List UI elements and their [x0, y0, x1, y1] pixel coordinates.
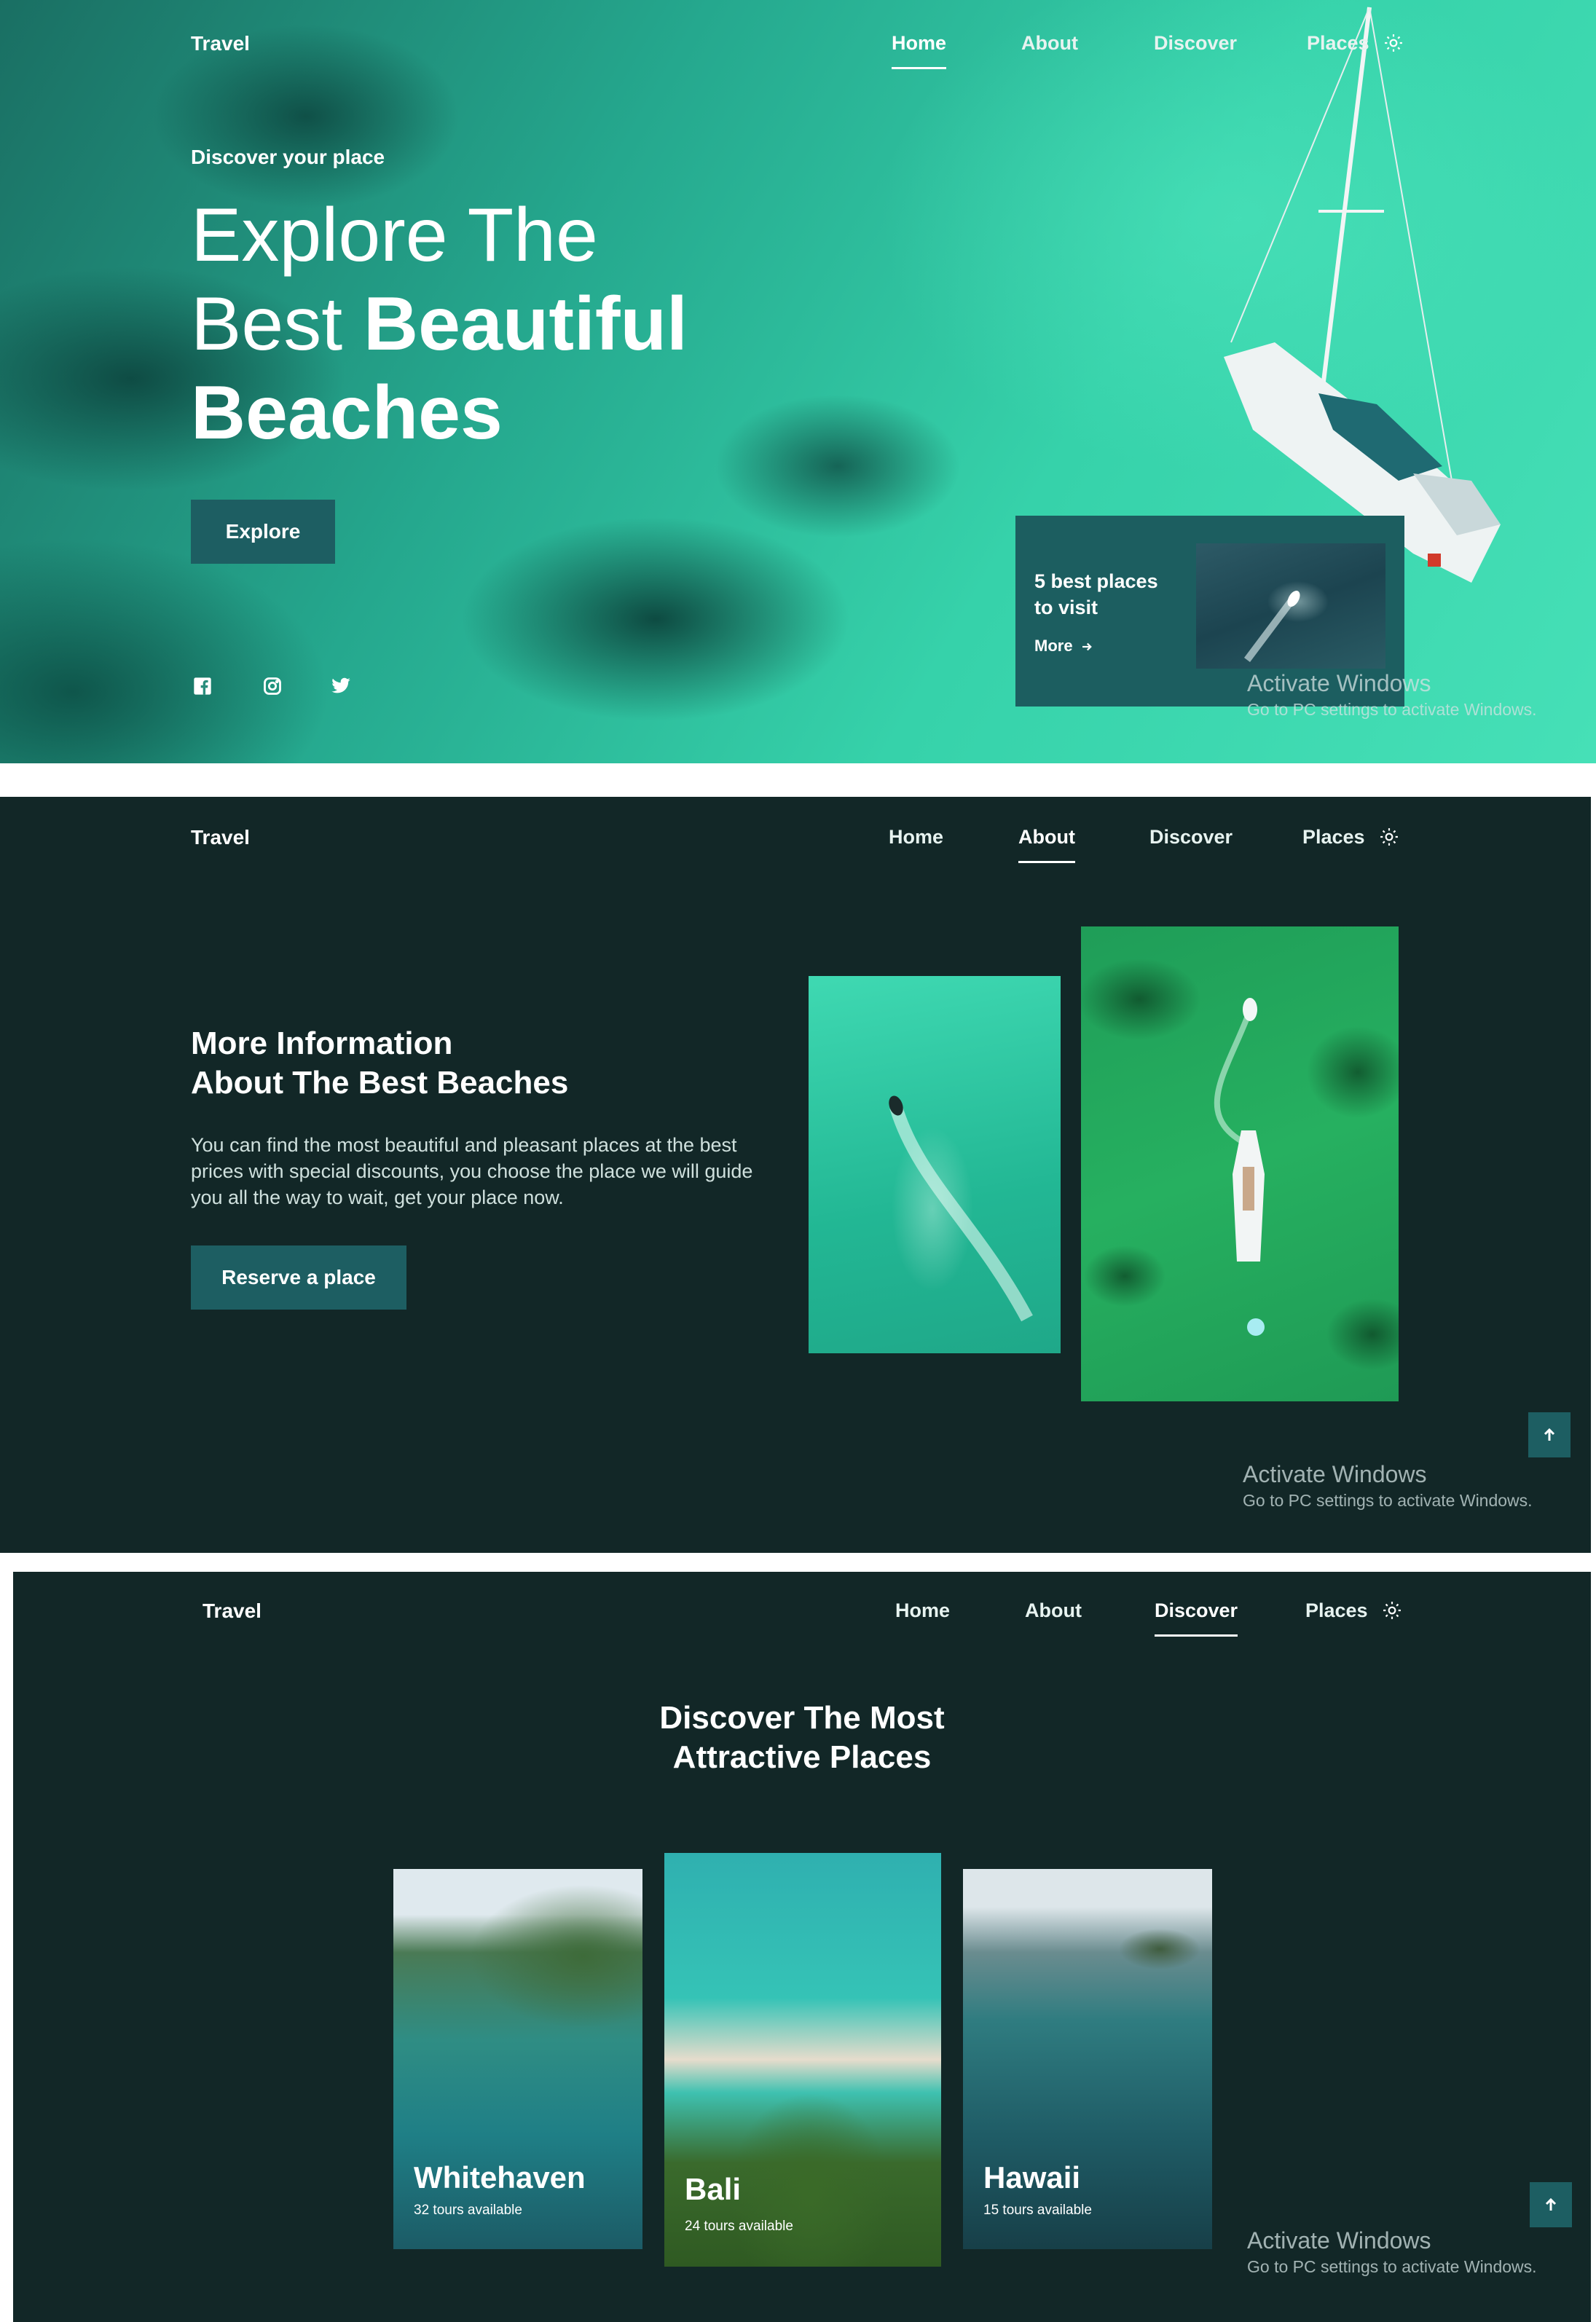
explore-button[interactable]: Explore: [191, 500, 335, 564]
scroll-to-top-button[interactable]: [1530, 2182, 1572, 2227]
place-card-bali[interactable]: Bali 24 tours available: [664, 1853, 941, 2267]
hero-title-line3: Beaches: [191, 371, 503, 455]
arrow-up-icon: [1544, 1428, 1555, 1441]
discover-title: Discover The Most Attractive Places: [13, 1699, 1591, 1777]
promo-more-link[interactable]: More: [1034, 637, 1093, 656]
about-title: More Information About The Best Beaches: [191, 1024, 774, 1103]
place-card-whitehaven[interactable]: Whitehaven 32 tours available: [393, 1869, 642, 2249]
nav-places[interactable]: Places: [1307, 32, 1369, 55]
hero-title-bold-word: Beautiful: [363, 282, 688, 366]
promo-title: 5 best places to visit: [1034, 570, 1158, 618]
boat-wake-graphic: [1244, 591, 1300, 662]
place-card-tours: 15 tours available: [983, 2203, 1092, 2218]
sun-icon[interactable]: [1383, 1601, 1402, 1620]
activate-windows-watermark: Activate Windows Go to PC settings to ac…: [1243, 1461, 1533, 1511]
watermark-subtitle: Go to PC settings to activate Windows.: [1247, 2257, 1537, 2276]
top-nav: Travel Home About Discover Places: [0, 797, 1591, 884]
nav-discover[interactable]: Discover: [1155, 1599, 1238, 1637]
scroll-to-top-button[interactable]: [1528, 1412, 1571, 1457]
nav-about[interactable]: About: [1021, 32, 1078, 55]
hero-title: Explore The Best Beautiful Beaches: [191, 191, 846, 457]
watermark-title: Activate Windows: [1247, 670, 1431, 696]
activate-windows-watermark: Activate Windows Go to PC settings to ac…: [1247, 670, 1537, 720]
nav-home[interactable]: Home: [892, 32, 947, 69]
top-nav: Travel Home About Discover Places: [0, 0, 1596, 87]
watermark-subtitle: Go to PC settings to activate Windows.: [1243, 1491, 1533, 1510]
discover-section: Travel Home About Discover Places Discov…: [13, 1572, 1591, 2322]
place-card-tours: 32 tours available: [414, 2203, 522, 2218]
hero-title-line1: Explore The: [191, 193, 598, 278]
hero-title-light-word: Best: [191, 282, 343, 366]
about-title-line1: More Information: [191, 1026, 453, 1061]
nav-about[interactable]: About: [1018, 826, 1075, 863]
place-card-name: Bali: [685, 2172, 742, 2206]
nav-places[interactable]: Places: [1305, 1599, 1368, 1622]
activate-windows-watermark: Activate Windows Go to PC settings to ac…: [1247, 2227, 1537, 2277]
nav-about[interactable]: About: [1025, 1599, 1082, 1622]
nav-places[interactable]: Places: [1302, 826, 1365, 849]
nav-discover[interactable]: Discover: [1149, 826, 1233, 849]
about-image-yacht: [1081, 926, 1399, 1401]
brand-logo[interactable]: Travel: [191, 32, 250, 55]
place-card-name: Whitehaven: [414, 2160, 586, 2195]
instagram-icon[interactable]: [262, 676, 283, 696]
top-nav: Travel Home About Discover Places: [13, 1572, 1591, 1659]
nav-home[interactable]: Home: [889, 826, 943, 849]
place-card-tours: 24 tours available: [685, 2219, 793, 2234]
about-section: Travel Home About Discover Places More I…: [0, 797, 1591, 1553]
watermark-title: Activate Windows: [1243, 1461, 1427, 1487]
hero-title-line2: Best Beautiful: [191, 280, 846, 369]
yacht-graphic: [1214, 998, 1265, 1336]
arrow-up-icon: [1545, 2197, 1557, 2211]
brand-logo[interactable]: Travel: [203, 1599, 262, 1623]
sun-icon[interactable]: [1384, 34, 1403, 52]
about-image-boat-wake: [809, 976, 1061, 1353]
hero-section: Travel Home About Discover Places Discov…: [0, 0, 1596, 763]
sun-icon[interactable]: [1380, 827, 1399, 846]
twitter-icon[interactable]: [331, 676, 351, 696]
nav-home[interactable]: Home: [895, 1599, 950, 1622]
hero-eyebrow: Discover your place: [191, 146, 385, 168]
about-description: You can find the most beautiful and plea…: [191, 1134, 753, 1208]
about-title-line2: About The Best Beaches: [191, 1065, 569, 1101]
reserve-button[interactable]: Reserve a place: [191, 1245, 406, 1310]
arrow-right-icon: [1082, 642, 1092, 651]
facebook-icon[interactable]: [192, 676, 213, 696]
brand-logo[interactable]: Travel: [191, 826, 250, 849]
place-card-hawaii[interactable]: Hawaii 15 tours available: [963, 1869, 1212, 2249]
discover-title-line1: Discover The Most: [659, 1700, 945, 1736]
nav-discover[interactable]: Discover: [1154, 32, 1237, 55]
promo-more-label: More: [1034, 637, 1073, 655]
place-card-name: Hawaii: [983, 2160, 1081, 2195]
watermark-title: Activate Windows: [1247, 2227, 1431, 2254]
boat-wake-graphic: [889, 1095, 1033, 1322]
promo-image: [1196, 543, 1385, 669]
discover-title-line2: Attractive Places: [672, 1739, 932, 1775]
watermark-subtitle: Go to PC settings to activate Windows.: [1247, 700, 1537, 719]
